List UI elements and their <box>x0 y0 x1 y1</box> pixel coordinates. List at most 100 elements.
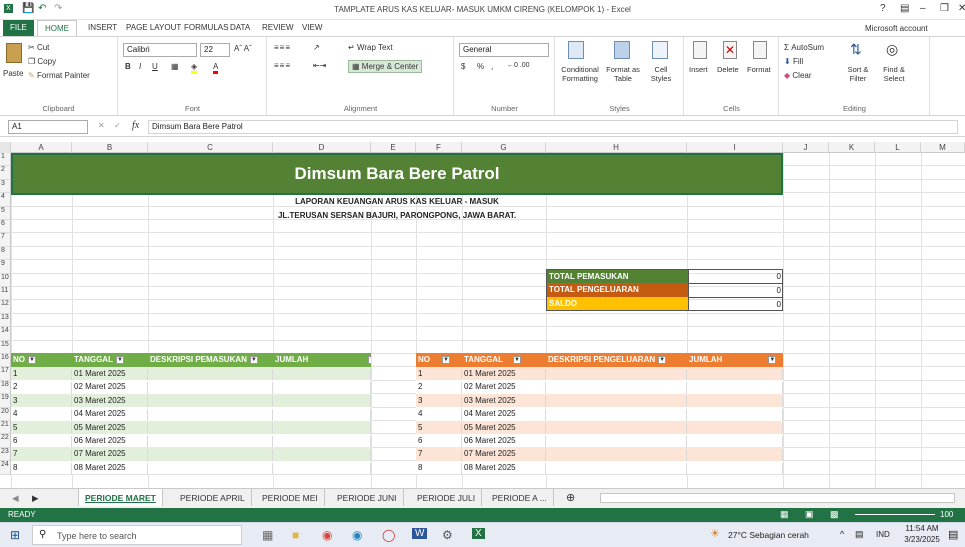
clock-date[interactable]: 3/23/2025 <box>902 535 942 544</box>
column-header[interactable]: I <box>687 142 783 153</box>
row-header[interactable]: 6 <box>0 220 11 234</box>
expense-row[interactable]: 5 05 Maret 2025 <box>416 420 783 434</box>
expense-cell-no[interactable]: 4 <box>416 409 462 421</box>
expense-cell-amount[interactable] <box>687 395 783 408</box>
expense-cell-desc[interactable] <box>546 422 687 434</box>
filter-dropdown-icon[interactable]: ▼ <box>28 355 36 364</box>
worksheet-grid[interactable]: 1 2 3 4 5 6 7 8 9 10 11 12 13 14 15 16 17 18 19 20 21 22 23 24 … <box>0 153 965 488</box>
zoom-level[interactable]: 100 <box>940 510 953 519</box>
file-explorer-icon[interactable]: ■ <box>292 528 299 542</box>
row-header[interactable]: 3 <box>0 179 11 194</box>
expense-cell-amount[interactable] <box>687 382 783 394</box>
income-cell-date[interactable]: 03 Maret 2025 <box>72 395 148 408</box>
sheet-tab-juli[interactable]: PERIODE JULI <box>411 489 483 506</box>
edge-icon[interactable]: ◉ <box>352 528 362 542</box>
format-as-table-button[interactable]: Format as Table <box>604 65 642 83</box>
tab-formulas[interactable]: FORMULAS <box>180 22 232 33</box>
total-expense-value[interactable]: 0 <box>688 283 783 297</box>
expense-cell-no[interactable]: 7 <box>416 449 462 461</box>
income-cell-desc[interactable] <box>148 382 273 394</box>
tab-data[interactable]: DATA <box>226 22 254 33</box>
income-cell-date[interactable]: 08 Maret 2025 <box>72 462 148 475</box>
income-cell-desc[interactable] <box>148 422 273 434</box>
format-cells-icon[interactable] <box>753 41 767 59</box>
insert-function-icon[interactable]: fx <box>132 120 139 131</box>
column-header[interactable]: F <box>416 142 462 153</box>
tray-chevron-icon[interactable]: ^ <box>840 529 844 539</box>
sheet-title[interactable]: Dimsum Bara Bere Patrol <box>11 153 783 195</box>
income-row[interactable]: 3 03 Maret 2025 <box>11 393 371 408</box>
help-icon[interactable]: ? <box>880 3 886 14</box>
tab-file[interactable]: FILE <box>3 20 34 36</box>
conditional-formatting-icon[interactable] <box>568 41 584 59</box>
language-indicator[interactable]: IND <box>876 530 890 539</box>
task-view-icon[interactable]: ▦ <box>262 528 273 542</box>
row-header[interactable]: 22 <box>0 434 11 448</box>
income-cell-date[interactable]: 05 Maret 2025 <box>72 422 148 434</box>
row-header[interactable]: 1 <box>0 153 11 167</box>
clear-button[interactable]: ◆ Clear <box>784 71 812 80</box>
currency-button[interactable]: $ <box>461 62 465 71</box>
expense-cell-desc[interactable] <box>546 369 687 381</box>
excel-taskbar-icon[interactable]: X <box>472 528 485 539</box>
delete-cells-icon[interactable]: ✕ <box>723 41 737 59</box>
column-header[interactable]: E <box>371 142 416 153</box>
normal-view-icon[interactable]: ▦ <box>780 509 789 520</box>
expense-cell-date[interactable]: 02 Maret 2025 <box>462 382 546 394</box>
income-cell-date[interactable]: 06 Maret 2025 <box>72 436 148 448</box>
expense-cell-date[interactable]: 03 Maret 2025 <box>462 395 546 408</box>
sort-filter-icon[interactable]: ⇅ <box>850 41 862 58</box>
income-col-desc[interactable]: DESKRIPSI PEMASUKAN ▼ <box>148 355 273 364</box>
close-icon[interactable]: ✕ <box>958 3 965 14</box>
expense-col-amount[interactable]: JUMLAH ▼ <box>687 355 783 364</box>
insert-button[interactable]: Insert <box>689 65 708 74</box>
comma-button[interactable]: , <box>491 62 493 71</box>
indent-icons[interactable]: ⇤⇥ <box>313 61 326 70</box>
row-header[interactable]: 16 <box>0 354 11 368</box>
insert-cells-icon[interactable] <box>693 41 707 59</box>
row-header[interactable]: 2 <box>0 166 11 180</box>
row-header[interactable]: 17 <box>0 367 11 381</box>
paste-icon[interactable] <box>6 43 22 63</box>
income-cell-no[interactable]: 4 <box>11 409 72 421</box>
expense-cell-amount[interactable] <box>687 462 783 475</box>
expense-cell-desc[interactable] <box>546 382 687 394</box>
opera-icon[interactable]: ◯ <box>382 528 395 542</box>
expense-cell-desc[interactable] <box>546 462 687 475</box>
row-header[interactable]: 13 <box>0 313 11 328</box>
expense-row[interactable]: 3 03 Maret 2025 <box>416 393 783 408</box>
zoom-slider[interactable] <box>855 514 935 515</box>
enter-formula-icon[interactable]: ✓ <box>114 121 121 130</box>
row-header[interactable]: 12 <box>0 300 11 314</box>
income-row[interactable]: 8 08 Maret 2025 <box>11 460 371 475</box>
income-cell-no[interactable]: 8 <box>11 462 72 475</box>
column-header[interactable]: L <box>875 142 921 153</box>
income-row[interactable]: 6 06 Maret 2025 <box>11 434 371 448</box>
income-row[interactable]: 4 04 Maret 2025 <box>11 407 371 421</box>
formula-input[interactable]: Dimsum Bara Bere Patrol <box>148 120 958 134</box>
income-cell-date[interactable]: 02 Maret 2025 <box>72 382 148 394</box>
cancel-formula-icon[interactable]: ✕ <box>98 121 105 130</box>
expense-cell-date[interactable]: 07 Maret 2025 <box>462 449 546 461</box>
tray-network-icon[interactable]: ▤ <box>855 529 864 540</box>
row-header[interactable]: 15 <box>0 340 11 354</box>
sheet-tab-april[interactable]: PERIODE APRIL <box>174 489 252 506</box>
expense-cell-desc[interactable] <box>546 449 687 461</box>
row-header[interactable]: 4 <box>0 193 11 207</box>
row-header[interactable]: 10 <box>0 273 11 287</box>
column-header[interactable]: D <box>273 142 371 153</box>
row-header[interactable]: 18 <box>0 380 11 395</box>
expense-cell-amount[interactable] <box>687 369 783 381</box>
tab-review[interactable]: REVIEW <box>258 22 298 33</box>
row-header[interactable]: 14 <box>0 327 11 341</box>
copy-button[interactable]: ❐ Copy <box>28 57 56 66</box>
expense-row[interactable]: 1 01 Maret 2025 <box>416 367 783 381</box>
expense-col-desc[interactable]: DESKRIPSI PENGELUARAN ▼ <box>546 355 687 364</box>
font-color-icon[interactable]: A <box>213 62 219 74</box>
merge-center-button[interactable]: ▦ Merge & Center <box>348 60 423 73</box>
income-cell-no[interactable]: 6 <box>11 436 72 448</box>
income-cell-no[interactable]: 2 <box>11 382 72 394</box>
row-header[interactable]: 5 <box>0 206 11 220</box>
income-cell-amount[interactable] <box>273 369 371 381</box>
decimal-icons[interactable]: ←0 .00 <box>507 62 530 69</box>
